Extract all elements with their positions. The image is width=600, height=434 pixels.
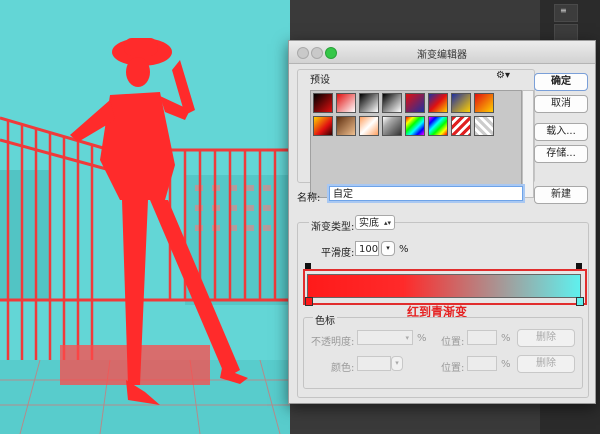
preset-swatch[interactable]: [474, 93, 494, 113]
smoothness-dropdown-icon[interactable]: ▾: [381, 241, 395, 256]
gradient-editor-dialog: 渐变编辑器 预设 ⚙▾ 确定 取消 载入... 存储... 名称: 自定 新建 …: [288, 40, 596, 404]
chevron-down-icon: ▾: [405, 334, 409, 342]
color-dropdown-icon[interactable]: ▾: [391, 356, 403, 371]
preset-swatch[interactable]: [359, 116, 379, 136]
preset-swatch[interactable]: [382, 93, 402, 113]
preset-swatch[interactable]: [382, 116, 402, 136]
preset-swatch[interactable]: [474, 116, 494, 136]
color-delete-button[interactable]: 删除: [517, 355, 575, 373]
color-label: 颜色:: [331, 363, 355, 374]
color-stop-left[interactable]: [305, 297, 313, 306]
preset-swatch[interactable]: [313, 116, 333, 136]
smoothness-unit: %: [399, 244, 409, 255]
presets-label: 预设: [310, 75, 330, 86]
cancel-button[interactable]: 取消: [534, 95, 588, 113]
new-button[interactable]: 新建: [534, 186, 588, 204]
background-photo: [0, 0, 290, 434]
opacity-unit: %: [417, 333, 427, 344]
gradient-type-value: 实底: [359, 218, 379, 229]
save-button[interactable]: 存储...: [534, 145, 588, 163]
load-button[interactable]: 载入...: [534, 123, 588, 141]
opacity-label: 不透明度:: [311, 337, 355, 348]
color-swatch-field[interactable]: [357, 356, 391, 371]
gradient-type-label: 渐变类型:: [309, 218, 357, 233]
presets-group: 预设 ⚙▾: [297, 69, 535, 198]
preset-swatch[interactable]: [451, 93, 471, 113]
dialog-title: 渐变编辑器: [417, 50, 467, 61]
preset-swatch[interactable]: [336, 116, 356, 136]
opacity-location-unit: %: [501, 333, 511, 344]
dialog-titlebar: 渐变编辑器: [289, 41, 595, 64]
presets-scrollbar[interactable]: [522, 90, 534, 198]
opacity-delete-button[interactable]: 删除: [517, 329, 575, 347]
preset-swatch[interactable]: [428, 116, 448, 136]
presets-gear-icon[interactable]: ⚙▾: [496, 70, 510, 81]
preset-swatch[interactable]: [451, 116, 471, 136]
chevron-down-icon: ▴▾: [383, 219, 391, 227]
preset-swatch[interactable]: [359, 93, 379, 113]
color-location-unit: %: [501, 359, 511, 370]
annotation-highlight-box: [303, 269, 587, 305]
name-label: 名称:: [297, 193, 321, 204]
preset-swatch[interactable]: [405, 116, 425, 136]
smoothness-input[interactable]: 100: [355, 241, 379, 256]
opacity-location-input[interactable]: [467, 330, 497, 345]
panel-menu-icon: ≡: [560, 6, 567, 15]
ok-button[interactable]: 确定: [534, 73, 588, 91]
color-stops-label: 色标: [313, 312, 337, 327]
photo-illustration: [0, 0, 290, 434]
opacity-location-label: 位置:: [441, 337, 465, 348]
preset-swatch[interactable]: [313, 93, 333, 113]
color-stops-group: [303, 317, 583, 389]
color-location-input[interactable]: [467, 356, 497, 371]
color-location-label: 位置:: [441, 363, 465, 374]
gradient-type-select[interactable]: 实底 ▴▾: [355, 215, 395, 230]
name-input[interactable]: 自定: [329, 186, 523, 201]
presets-swatch-grid: [310, 90, 522, 198]
preset-swatch[interactable]: [428, 93, 448, 113]
preset-swatch[interactable]: [405, 93, 425, 113]
smoothness-label: 平滑度:: [321, 248, 355, 259]
color-stop-right[interactable]: [576, 297, 584, 306]
opacity-input[interactable]: ▾: [357, 330, 413, 345]
preset-swatch[interactable]: [336, 93, 356, 113]
